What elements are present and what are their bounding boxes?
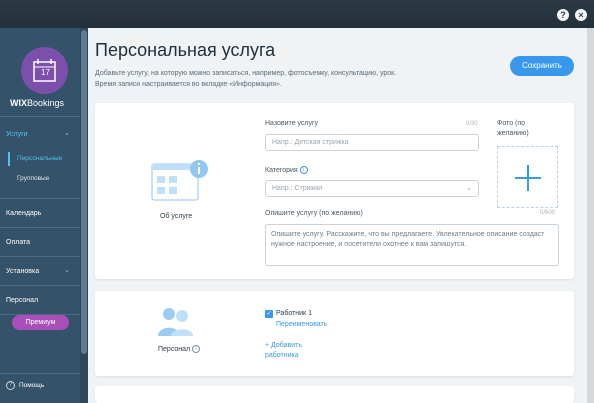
chevron-down-icon[interactable]: ⌄ bbox=[466, 181, 472, 196]
sidebar-item-staff[interactable]: Персонал bbox=[6, 297, 38, 304]
name-counter: 0/30 bbox=[466, 121, 478, 127]
scrollbar-thumb[interactable] bbox=[81, 30, 87, 354]
brand-name: Bookings bbox=[27, 98, 65, 108]
sidebar-subitem-personal[interactable]: Персональные bbox=[17, 155, 62, 162]
help-button[interactable]: ? bbox=[557, 9, 569, 21]
brand-logo: WIXBookings bbox=[10, 98, 64, 108]
staff-caption: Персонал i bbox=[158, 345, 201, 353]
help-icon[interactable]: ? bbox=[6, 381, 15, 390]
staff-caption-text: Персонал bbox=[158, 345, 191, 353]
top-bar: ? × bbox=[0, 0, 594, 28]
plus-icon bbox=[527, 165, 529, 191]
divider bbox=[0, 256, 80, 257]
sidebar-item-calendar[interactable]: Календарь bbox=[6, 210, 41, 217]
help-link[interactable]: Помощь bbox=[19, 382, 44, 389]
close-button[interactable]: × bbox=[575, 9, 587, 21]
info-icon[interactable]: i bbox=[192, 345, 201, 353]
rename-link[interactable]: Переименовать bbox=[276, 321, 327, 328]
sidebar-scrollbar[interactable] bbox=[80, 28, 88, 403]
page-title: Персональная услуга bbox=[95, 40, 276, 60]
sidebar-item-settings[interactable]: Установка bbox=[6, 268, 39, 275]
worker-checkbox[interactable]: ✓ bbox=[265, 310, 273, 318]
category-select[interactable]: Напр.: Стрижки ⌄ bbox=[265, 180, 479, 197]
save-button[interactable]: Сохранить bbox=[510, 56, 574, 76]
page-description: Добавьте услугу, на которую можно записа… bbox=[95, 70, 397, 88]
sidebar-item-payment[interactable]: Оплата bbox=[6, 239, 30, 246]
divider bbox=[0, 116, 80, 117]
sidebar-item-services[interactable]: Услуги bbox=[6, 131, 28, 138]
description-label: Опишите услугу (по желанию) bbox=[265, 210, 363, 217]
calendar-logo-icon: 17 bbox=[21, 47, 68, 94]
add-worker-link[interactable]: + Добавить работника bbox=[265, 341, 325, 361]
brand-wix: WIX bbox=[10, 98, 27, 108]
category-label: Категория i bbox=[265, 166, 308, 174]
service-illustration-icon bbox=[150, 158, 210, 206]
photo-upload[interactable] bbox=[497, 146, 558, 208]
chevron-down-icon[interactable]: ⌄ bbox=[64, 266, 70, 274]
divider bbox=[0, 373, 80, 374]
divider bbox=[0, 227, 80, 228]
app-window: ? × 17 WIXBookings Услуги ⌄ Персональные… bbox=[0, 0, 594, 403]
photo-label: Фото (по желанию) bbox=[497, 120, 529, 137]
chevron-down-icon[interactable]: ⌄ bbox=[64, 129, 70, 137]
name-label: Назовите услугу bbox=[265, 120, 319, 127]
active-indicator bbox=[8, 152, 10, 166]
worker-name: Работник 1 bbox=[276, 310, 312, 317]
sidebar: 17 WIXBookings Услуги ⌄ Персональные Гру… bbox=[0, 28, 80, 403]
category-placeholder: Напр.: Стрижки bbox=[272, 185, 323, 192]
next-card bbox=[95, 386, 574, 403]
divider bbox=[0, 285, 80, 286]
description-counter: 0/600 bbox=[540, 210, 556, 216]
service-name-input[interactable]: Напр.: Детская стрижка bbox=[265, 134, 479, 151]
premium-button[interactable]: Премиум bbox=[12, 315, 69, 330]
about-caption: Об услуге bbox=[160, 213, 193, 220]
sidebar-subitem-group[interactable]: Групповые bbox=[17, 175, 49, 182]
info-icon[interactable]: i bbox=[299, 166, 308, 174]
description-textarea[interactable]: Опишите услугу. Расскажите, что вы предл… bbox=[265, 224, 559, 266]
logo-number: 17 bbox=[41, 68, 50, 77]
divider bbox=[0, 198, 80, 199]
category-label-text: Категория bbox=[265, 166, 298, 174]
staff-illustration-icon bbox=[157, 305, 193, 337]
